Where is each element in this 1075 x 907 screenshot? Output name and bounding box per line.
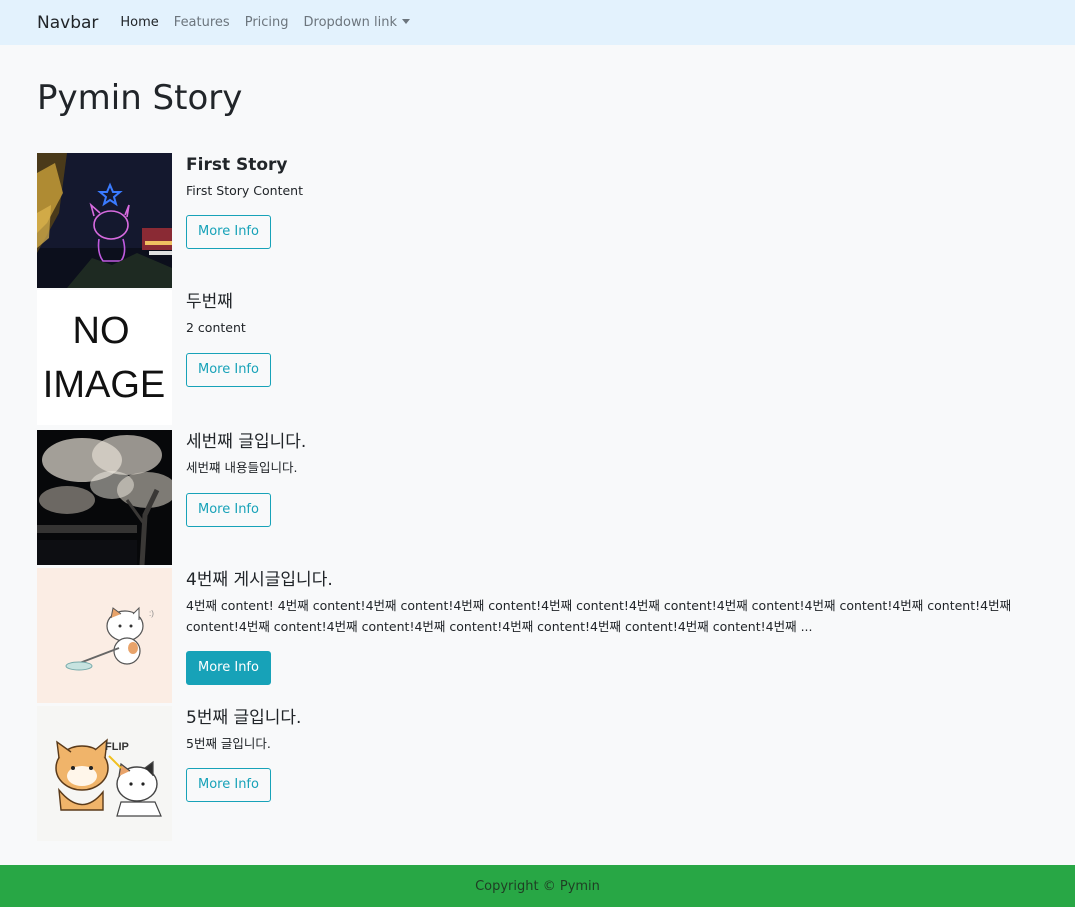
navbar: Navbar Home Features Pricing Dropdown li… bbox=[0, 0, 1075, 45]
page-title: Pymin Story bbox=[37, 78, 243, 118]
story-item: :) 4번째 게시글입니다. 4번째 content! 4번째 content!… bbox=[37, 568, 1047, 704]
story-title: 5번째 글입니다. bbox=[186, 708, 302, 728]
navbar-brand[interactable]: Navbar bbox=[37, 13, 98, 33]
nav-link-features[interactable]: Features bbox=[174, 15, 230, 30]
story-content: 2 content bbox=[186, 320, 246, 336]
story-image-cat-cleaning: :) bbox=[37, 568, 172, 703]
footer-copyright: Copyright © Pymin bbox=[475, 878, 600, 894]
more-info-button[interactable]: More Info bbox=[186, 768, 271, 803]
more-info-button[interactable]: More Info bbox=[186, 353, 271, 388]
story-item: FLIP 5번째 글입니다. 5번째 글입니다. More Info bbox=[37, 706, 1047, 842]
story-title: 세번째 글입니다. bbox=[186, 432, 307, 452]
story-item: First Story First Story Content More Inf… bbox=[37, 153, 1047, 289]
story-body: 두번째 2 content More Info bbox=[186, 290, 1046, 388]
story-content: 5번째 글입니다. bbox=[186, 736, 271, 752]
story-body: First Story First Story Content More Inf… bbox=[186, 153, 1046, 250]
story-image-drone-show bbox=[37, 153, 172, 288]
nav-dropdown-label: Dropdown link bbox=[303, 15, 398, 30]
story-content: 4번째 content! 4번째 content!4번째 content!4번째… bbox=[186, 598, 1012, 635]
nav-link-pricing[interactable]: Pricing bbox=[245, 15, 289, 30]
story-image-cherry-blossom bbox=[37, 430, 172, 565]
story-content: First Story Content bbox=[186, 183, 303, 199]
footer: Copyright © Pymin bbox=[0, 865, 1075, 907]
story-body: 세번째 글입니다. 세번쨰 내용들입니다. More Info bbox=[186, 430, 1046, 528]
story-title: First Story bbox=[186, 155, 288, 175]
more-info-button[interactable]: More Info bbox=[186, 215, 271, 250]
more-info-button[interactable]: More Info bbox=[186, 493, 271, 528]
no-image-text-line1: NO bbox=[73, 310, 130, 352]
story-content: 세번쨰 내용들입니다. bbox=[186, 460, 298, 476]
story-title: 두번째 bbox=[186, 292, 233, 312]
svg-text::): :) bbox=[149, 609, 154, 618]
story-body: 5번째 글입니다. 5번째 글입니다. More Info bbox=[186, 706, 1046, 803]
story-title: 4번째 게시글입니다. bbox=[186, 570, 333, 590]
caret-down-icon bbox=[402, 19, 411, 24]
nav-link-home[interactable]: Home bbox=[120, 15, 158, 30]
story-image-dog-cat-flip: FLIP bbox=[37, 706, 172, 841]
no-image-text-line2: IMAGE bbox=[43, 364, 165, 406]
story-item: 세번째 글입니다. 세번쨰 내용들입니다. More Info bbox=[37, 430, 1047, 566]
flip-text: FLIP bbox=[105, 741, 129, 753]
story-image-no-image: NO IMAGE bbox=[37, 290, 172, 425]
story-body: 4번째 게시글입니다. 4번째 content! 4번째 content!4번째… bbox=[186, 568, 1046, 686]
nav-dropdown-link[interactable]: Dropdown link bbox=[303, 15, 411, 30]
more-info-button[interactable]: More Info bbox=[186, 651, 271, 686]
story-item: NO IMAGE 두번째 2 content More Info bbox=[37, 290, 1047, 426]
